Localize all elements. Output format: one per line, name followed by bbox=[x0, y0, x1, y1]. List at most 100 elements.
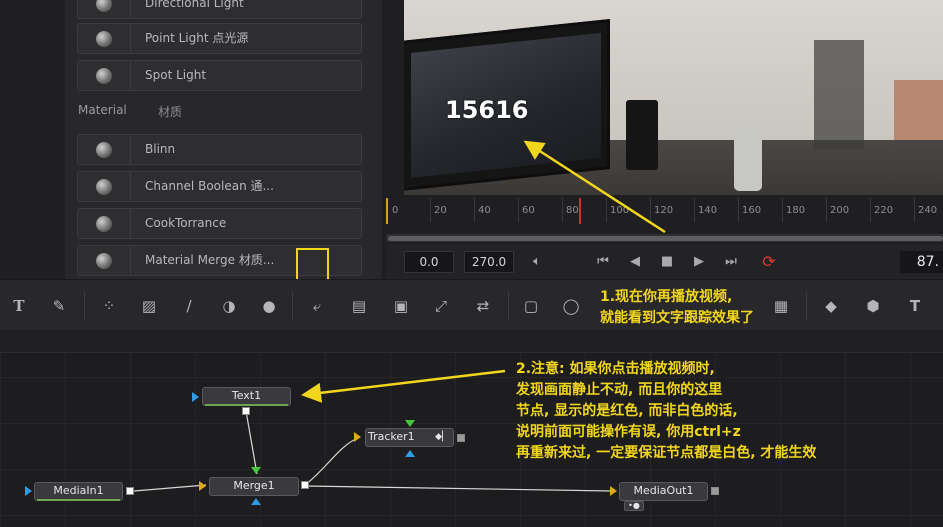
annotation-note-1: 1.现在你再播放视频, 就能看到文字跟踪效果了 bbox=[600, 287, 754, 329]
point-light-icon bbox=[78, 24, 131, 53]
transform-icon[interactable]: ⤢ bbox=[430, 295, 452, 317]
grid-tool-icon[interactable]: ▦ bbox=[770, 295, 792, 317]
node-label: MediaOut1 bbox=[633, 484, 694, 497]
node-label: Tracker1 bbox=[368, 430, 415, 443]
go-to-start-button[interactable]: ⏮︎ bbox=[592, 252, 614, 272]
mediain1-input-port[interactable] bbox=[25, 486, 32, 496]
ruler-tick: 140 bbox=[698, 205, 718, 216]
start-time-field[interactable]: 0.0 bbox=[404, 251, 454, 273]
ruler-tick: 220 bbox=[874, 205, 894, 216]
fusion-toolbar: T ✎ ⁘ ▨ ∕ ◑ ● ⤶ ▤ ▣ ⤢ ⇄ ▢ ◯ ▦ ◆ ⬢ T bbox=[0, 279, 943, 331]
node-mediaout1[interactable]: MediaOut1 bbox=[619, 482, 708, 501]
background-icon[interactable]: ▨ bbox=[138, 295, 160, 317]
play-button[interactable]: ▶ bbox=[688, 252, 710, 272]
stop-button[interactable]: ■ bbox=[656, 252, 678, 272]
directional-light-icon bbox=[78, 0, 131, 18]
transport-bar: 0.0 270.0 🔈︎ ⏮︎ ◀ ■ ▶ ⏭︎ ⟳ 87. bbox=[386, 244, 943, 279]
ruler-tick: 240 bbox=[918, 205, 938, 216]
merge1-background-port[interactable] bbox=[199, 481, 206, 491]
mediaout1-output-port[interactable] bbox=[711, 487, 719, 495]
mediaout1-input-port[interactable] bbox=[610, 486, 617, 496]
channel-boolean-icon bbox=[78, 172, 131, 201]
text1-output-port[interactable] bbox=[242, 407, 250, 415]
paint-brush-icon[interactable]: ✎ bbox=[48, 295, 70, 317]
library-item-cooktorrance[interactable]: CookTorrance bbox=[77, 208, 362, 239]
material-merge-icon bbox=[78, 246, 131, 275]
step-back-button[interactable]: ◀ bbox=[624, 252, 646, 272]
volume-icon[interactable]: 🔈︎ bbox=[526, 252, 548, 272]
tracker1-output-port[interactable] bbox=[457, 434, 465, 442]
category-label-cn: 材质 bbox=[158, 105, 183, 119]
rectangle-mask-icon[interactable]: ▢ bbox=[520, 295, 542, 317]
effects-library-panel: Directional Light Point Light 点光源 Spot L… bbox=[65, 0, 383, 279]
merge1-foreground-port[interactable] bbox=[251, 467, 261, 474]
node-label: Text1 bbox=[231, 389, 262, 402]
library-item-point-light[interactable]: Point Light 点光源 bbox=[77, 23, 362, 54]
merge1-output-port[interactable] bbox=[301, 481, 309, 489]
loader-icon[interactable]: ⤶ bbox=[306, 295, 328, 317]
library-item-spot-light[interactable]: Spot Light bbox=[77, 60, 362, 91]
text-tool-icon[interactable]: T bbox=[8, 295, 30, 317]
library-item-blinn[interactable]: Blinn bbox=[77, 134, 362, 165]
annotation-line: 说明前面可能操作有误, 你用ctrl+z bbox=[516, 424, 741, 440]
scrub-bar[interactable] bbox=[386, 234, 943, 242]
ruler-tick: 80 bbox=[566, 205, 579, 216]
ellipse-mask-icon[interactable]: ◯ bbox=[560, 295, 582, 317]
ruler-tick: 40 bbox=[478, 205, 491, 216]
annotation-line: 1.现在你再播放视频, bbox=[600, 289, 733, 305]
node-tracker1[interactable]: Tracker1 ◆▏ bbox=[365, 428, 454, 447]
playhead[interactable] bbox=[579, 198, 581, 224]
library-item-channel-boolean[interactable]: Channel Boolean 通... bbox=[77, 171, 362, 202]
tracker1-foreground-port[interactable] bbox=[405, 420, 415, 427]
view-indicator-icon[interactable]: •● bbox=[624, 501, 644, 511]
curves-icon[interactable]: ∕ bbox=[178, 295, 200, 317]
text1-input-port[interactable] bbox=[192, 392, 199, 402]
tracker-visibility-icon[interactable]: ◆▏ bbox=[435, 429, 449, 445]
render-start-marker[interactable] bbox=[386, 198, 388, 224]
annotation-line: 2.注意: 如果你点击播放视频时, bbox=[516, 361, 715, 377]
mediain1-output-port[interactable] bbox=[126, 487, 134, 495]
library-item-label: Blinn bbox=[145, 142, 176, 156]
annotation-note-2: 2.注意: 如果你点击播放视频时, 发现画面静止不动, 而且你的这里 节点, 显… bbox=[516, 359, 816, 464]
node-label: Merge1 bbox=[233, 479, 275, 492]
node-text1[interactable]: Text1 bbox=[202, 387, 291, 406]
library-item-label: Directional Light bbox=[145, 0, 244, 10]
loop-icon[interactable]: ⟳ bbox=[758, 252, 780, 272]
library-item-label: Channel Boolean 通... bbox=[145, 179, 274, 193]
time-ruler[interactable]: 0 20 40 60 80 100 120 140 160 180 200 22… bbox=[386, 195, 943, 228]
go-to-end-button[interactable]: ⏭︎ bbox=[720, 252, 742, 272]
saver-icon[interactable]: ▤ bbox=[348, 295, 370, 317]
node-editor-header bbox=[0, 331, 943, 353]
end-time-field[interactable]: 270.0 bbox=[464, 251, 514, 273]
merge-icon[interactable]: ⇄ bbox=[472, 295, 494, 317]
viewer[interactable]: 15616 bbox=[404, 0, 943, 195]
tracked-text-overlay: 15616 bbox=[445, 96, 529, 124]
current-frame-readout: 87. bbox=[900, 251, 943, 273]
particles-icon[interactable]: ⁘ bbox=[98, 295, 120, 317]
node-merge1[interactable]: Merge1 bbox=[209, 477, 299, 496]
brightness-contrast-icon[interactable]: ◑ bbox=[218, 295, 240, 317]
shape3d-icon[interactable]: ◆ bbox=[820, 295, 842, 317]
matte-control-icon[interactable]: ▣ bbox=[390, 295, 412, 317]
tracker1-mask-port[interactable] bbox=[405, 450, 415, 457]
blinn-icon bbox=[78, 135, 131, 164]
library-item-directional-light[interactable]: Directional Light bbox=[77, 0, 362, 19]
color-corrector-icon[interactable]: ● bbox=[258, 295, 280, 317]
play-button-highlight bbox=[296, 248, 329, 282]
cooktorrance-icon bbox=[78, 209, 131, 238]
library-item-label: CookTorrance bbox=[145, 216, 227, 230]
annotation-line: 再重新来过, 一定要保证节点都是白色, 才能生效 bbox=[516, 445, 817, 461]
merge1-mask-port[interactable] bbox=[251, 498, 261, 505]
node-mediain1[interactable]: MediaIn1 bbox=[34, 482, 123, 501]
ruler-tick: 160 bbox=[742, 205, 762, 216]
ruler-tick: 200 bbox=[830, 205, 850, 216]
ruler-tick: 20 bbox=[434, 205, 447, 216]
ruler-tick: 60 bbox=[522, 205, 535, 216]
library-item-label: Point Light 点光源 bbox=[145, 31, 249, 45]
category-label: Material bbox=[78, 103, 127, 117]
node-label: MediaIn1 bbox=[53, 484, 104, 497]
ruler-tick: 180 bbox=[786, 205, 806, 216]
tracker1-background-port[interactable] bbox=[354, 432, 361, 442]
text3d-icon[interactable]: T bbox=[904, 295, 926, 317]
merge3d-icon[interactable]: ⬢ bbox=[862, 295, 884, 317]
